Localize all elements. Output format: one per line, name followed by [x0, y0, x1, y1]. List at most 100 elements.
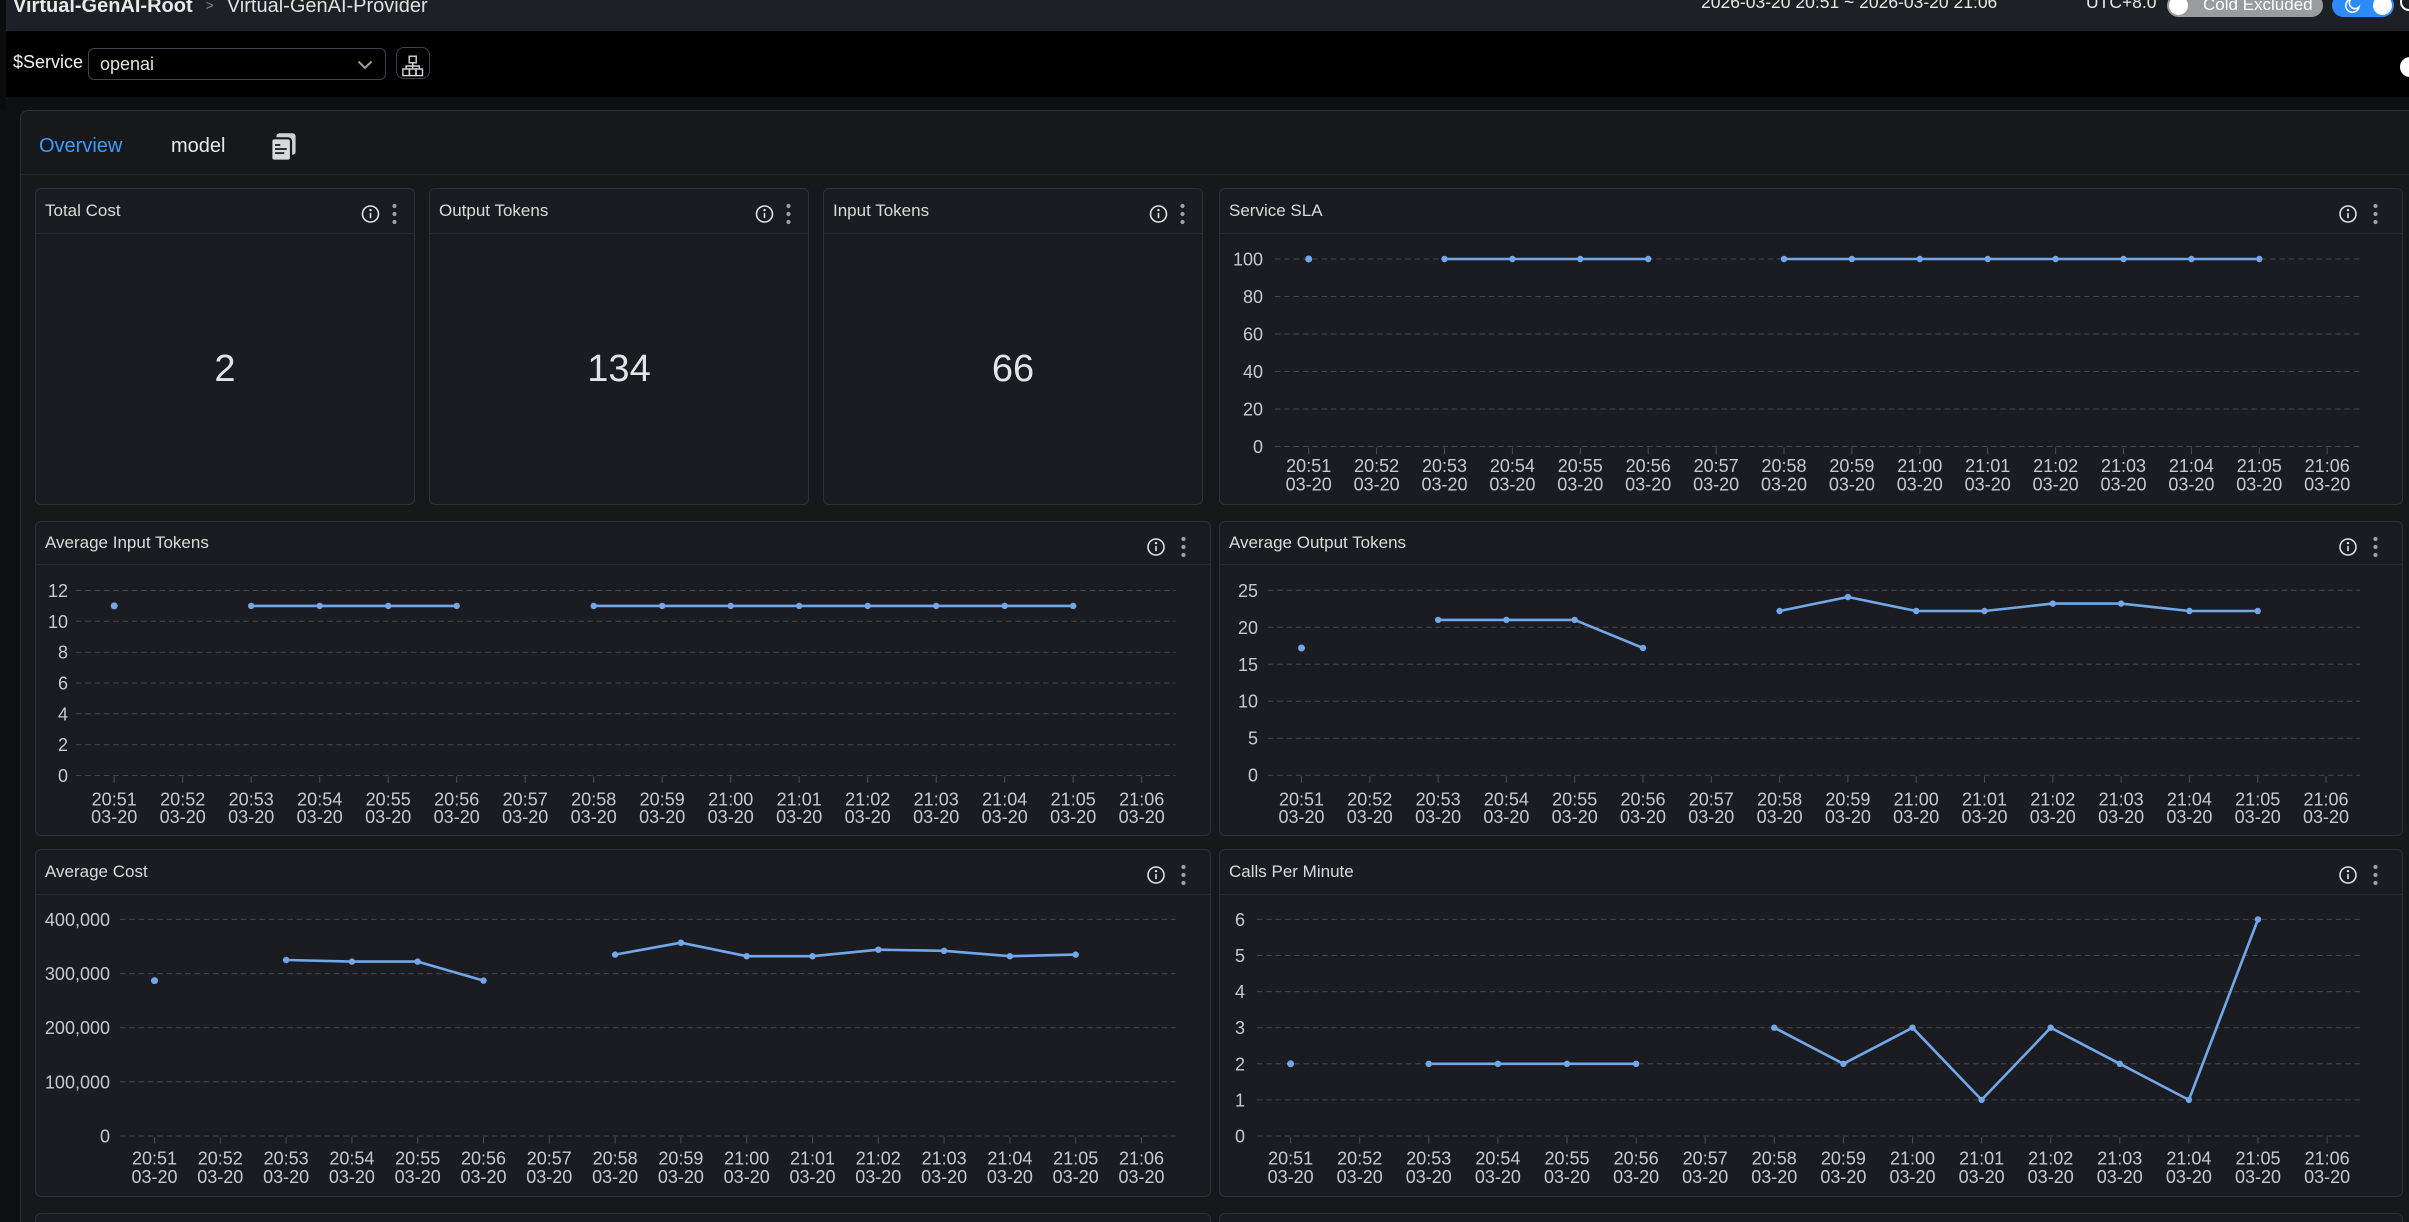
svg-text:20:58: 20:58 [593, 1149, 638, 1169]
svg-text:200,000: 200,000 [45, 1018, 110, 1038]
svg-text:03-20: 03-20 [708, 807, 754, 827]
svg-text:03-20: 03-20 [1552, 807, 1598, 827]
svg-text:03-20: 03-20 [2166, 807, 2212, 827]
svg-text:03-20: 03-20 [1347, 807, 1393, 827]
svg-text:100: 100 [1233, 250, 1263, 270]
svg-text:400,000: 400,000 [45, 910, 110, 930]
svg-text:80: 80 [1243, 287, 1263, 307]
svg-text:03-20: 03-20 [1278, 807, 1324, 827]
svg-text:0: 0 [1248, 766, 1258, 786]
svg-text:21:05: 21:05 [2237, 456, 2282, 476]
svg-text:03-20: 03-20 [1693, 474, 1739, 494]
svg-text:21:03: 21:03 [2097, 1149, 2142, 1169]
svg-text:03-20: 03-20 [2028, 1167, 2074, 1187]
svg-text:1: 1 [1235, 1090, 1245, 1110]
svg-text:03-20: 03-20 [1613, 1167, 1659, 1187]
svg-text:03-20: 03-20 [1544, 1167, 1590, 1187]
svg-text:21:02: 21:02 [2033, 456, 2078, 476]
svg-text:5: 5 [1235, 946, 1245, 966]
svg-text:03-20: 03-20 [1620, 807, 1666, 827]
svg-text:03-20: 03-20 [2168, 474, 2214, 494]
svg-text:20:53: 20:53 [1422, 456, 1467, 476]
svg-text:03-20: 03-20 [1050, 807, 1096, 827]
svg-text:0: 0 [100, 1127, 110, 1147]
svg-text:03-20: 03-20 [921, 1167, 967, 1187]
svg-text:21:06: 21:06 [2305, 1149, 2350, 1169]
svg-text:03-20: 03-20 [1421, 474, 1467, 494]
svg-text:60: 60 [1243, 325, 1263, 345]
svg-text:03-20: 03-20 [1286, 474, 1332, 494]
svg-text:03-20: 03-20 [1625, 474, 1671, 494]
svg-text:03-20: 03-20 [1118, 1167, 1164, 1187]
svg-text:03-20: 03-20 [2304, 474, 2350, 494]
svg-text:21:01: 21:01 [1965, 456, 2010, 476]
svg-text:03-20: 03-20 [1961, 807, 2007, 827]
svg-text:03-20: 03-20 [395, 1167, 441, 1187]
svg-text:03-20: 03-20 [329, 1167, 375, 1187]
svg-text:21:04: 21:04 [2166, 1149, 2211, 1169]
svg-text:03-20: 03-20 [2097, 1167, 2143, 1187]
svg-text:03-20: 03-20 [1337, 1167, 1383, 1187]
svg-text:20:57: 20:57 [527, 1149, 572, 1169]
svg-text:03-20: 03-20 [263, 1167, 309, 1187]
svg-text:20:59: 20:59 [1829, 456, 1874, 476]
svg-text:03-20: 03-20 [1475, 1167, 1521, 1187]
svg-text:03-20: 03-20 [1354, 474, 1400, 494]
svg-text:03-20: 03-20 [2236, 474, 2282, 494]
svg-text:03-20: 03-20 [2030, 807, 2076, 827]
svg-text:21:03: 21:03 [922, 1149, 967, 1169]
svg-text:20:52: 20:52 [198, 1149, 243, 1169]
svg-text:03-20: 03-20 [1483, 807, 1529, 827]
svg-text:0: 0 [1253, 437, 1263, 457]
svg-text:03-20: 03-20 [1119, 807, 1165, 827]
svg-text:15: 15 [1238, 655, 1258, 675]
svg-text:6: 6 [58, 674, 68, 694]
svg-text:03-20: 03-20 [2235, 807, 2281, 827]
svg-text:03-20: 03-20 [724, 1167, 770, 1187]
svg-text:21:03: 21:03 [2101, 456, 2146, 476]
svg-text:4: 4 [1235, 982, 1245, 1002]
svg-text:21:01: 21:01 [1959, 1149, 2004, 1169]
svg-text:10: 10 [48, 612, 68, 632]
svg-text:20:54: 20:54 [1475, 1149, 1520, 1169]
svg-text:20:57: 20:57 [1694, 456, 1739, 476]
svg-text:03-20: 03-20 [571, 807, 617, 827]
svg-text:20:56: 20:56 [1626, 456, 1671, 476]
svg-text:20:53: 20:53 [1406, 1149, 1451, 1169]
svg-text:03-20: 03-20 [2098, 807, 2144, 827]
svg-text:03-20: 03-20 [2304, 1167, 2350, 1187]
svg-text:03-20: 03-20 [1406, 1167, 1452, 1187]
svg-text:20:54: 20:54 [329, 1149, 374, 1169]
svg-text:40: 40 [1243, 362, 1263, 382]
svg-text:12: 12 [48, 581, 68, 601]
svg-text:03-20: 03-20 [1489, 474, 1535, 494]
svg-text:03-20: 03-20 [297, 807, 343, 827]
svg-text:20: 20 [1238, 618, 1258, 638]
svg-text:5: 5 [1248, 729, 1258, 749]
svg-text:20:58: 20:58 [1752, 1149, 1797, 1169]
svg-text:3: 3 [1235, 1018, 1245, 1038]
svg-text:03-20: 03-20 [460, 1167, 506, 1187]
svg-text:03-20: 03-20 [855, 1167, 901, 1187]
svg-text:03-20: 03-20 [789, 1167, 835, 1187]
svg-text:0: 0 [58, 766, 68, 786]
svg-text:100,000: 100,000 [45, 1072, 110, 1092]
svg-text:03-20: 03-20 [1825, 807, 1871, 827]
svg-text:03-20: 03-20 [2166, 1167, 2212, 1187]
svg-text:20:56: 20:56 [1614, 1149, 1659, 1169]
svg-text:03-20: 03-20 [639, 807, 685, 827]
svg-text:20:55: 20:55 [1558, 456, 1603, 476]
svg-text:21:06: 21:06 [2305, 456, 2350, 476]
svg-text:20:52: 20:52 [1354, 456, 1399, 476]
svg-text:03-20: 03-20 [1829, 474, 1875, 494]
svg-text:21:05: 21:05 [2235, 1149, 2280, 1169]
svg-text:03-20: 03-20 [776, 807, 822, 827]
svg-text:20:58: 20:58 [1761, 456, 1806, 476]
svg-text:03-20: 03-20 [1959, 1167, 2005, 1187]
svg-text:03-20: 03-20 [592, 1167, 638, 1187]
svg-text:03-20: 03-20 [160, 807, 206, 827]
svg-text:03-20: 03-20 [658, 1167, 704, 1187]
svg-text:6: 6 [1235, 910, 1245, 930]
svg-text:21:00: 21:00 [1890, 1149, 1935, 1169]
svg-text:21:04: 21:04 [987, 1149, 1032, 1169]
